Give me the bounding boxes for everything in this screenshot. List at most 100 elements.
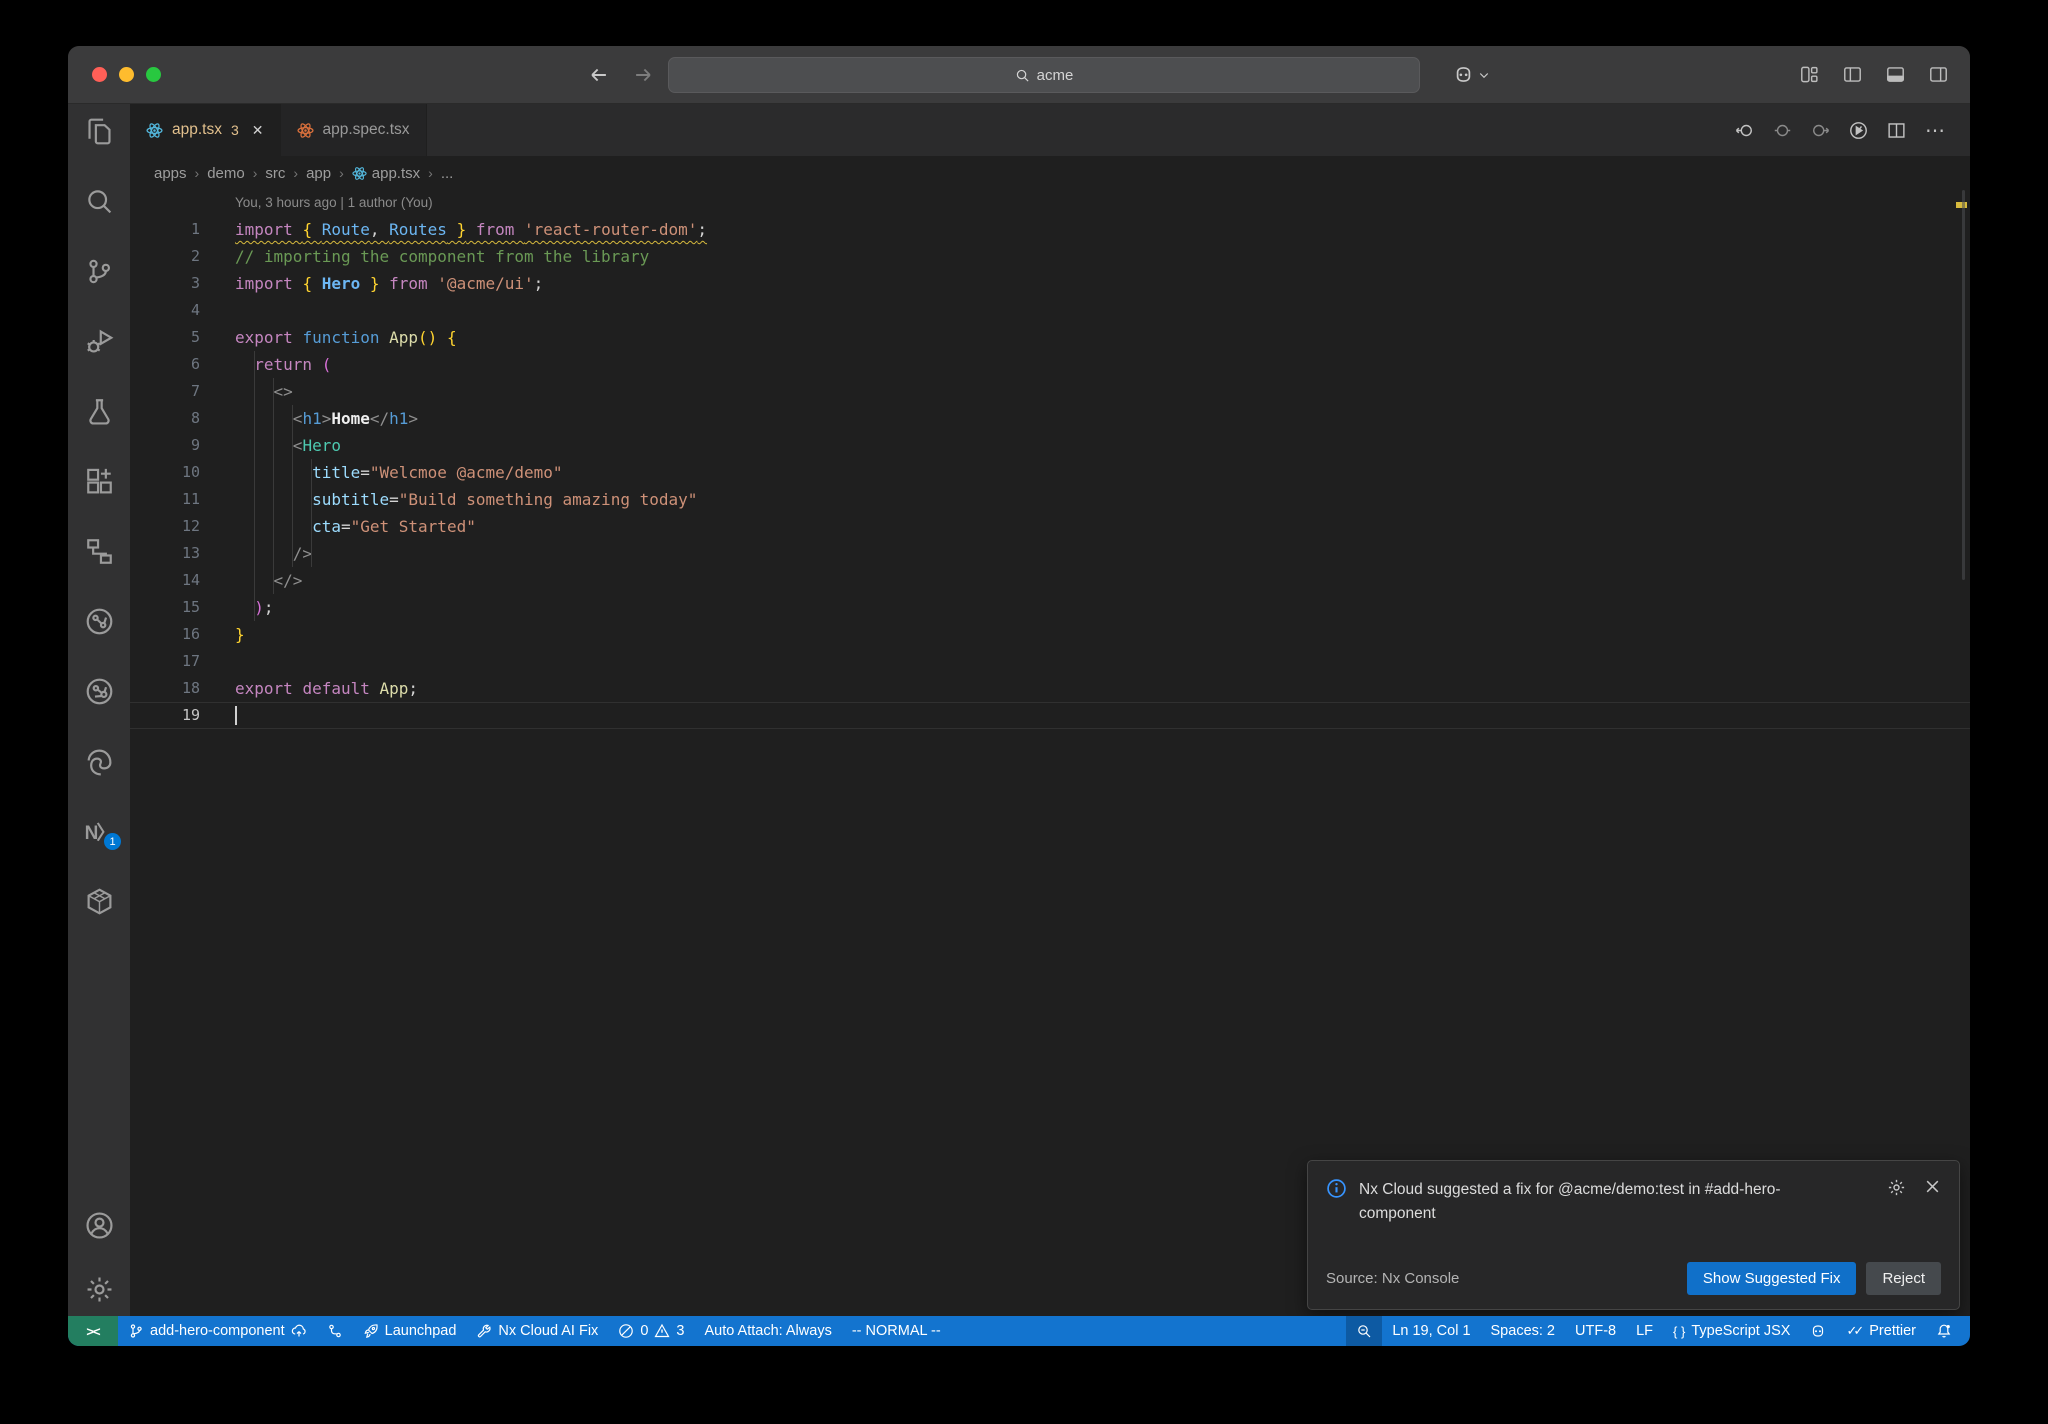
status-vim-mode[interactable]: -- NORMAL -- — [842, 1316, 951, 1346]
code-line-5[interactable]: 5 export function App() { — [130, 324, 1970, 351]
rocket-icon — [363, 1323, 379, 1339]
breadcrumb-item-app[interactable]: app — [306, 165, 331, 182]
nav-back-icon[interactable] — [1735, 121, 1754, 140]
code-line-8[interactable]: 8 <h1>Home</h1> — [130, 405, 1970, 432]
breadcrumb-label: apps — [154, 164, 187, 182]
status-cursor-position[interactable]: Ln 19, Col 1 — [1382, 1316, 1480, 1346]
cloud-upload-icon — [291, 1323, 307, 1339]
activity-item-nx-console[interactable]: N〉 1 — [68, 804, 130, 858]
activity-item-settings[interactable] — [68, 1262, 130, 1316]
breadcrumb-item-apps[interactable]: apps — [154, 165, 187, 182]
status-zoom-indicator[interactable] — [1346, 1316, 1383, 1346]
editor-scrollbar[interactable] — [1962, 190, 1965, 580]
nav-forward-icon[interactable] — [1811, 121, 1830, 140]
tab-app.tsx[interactable]: app.tsx 3 ✕ — [130, 104, 281, 156]
code-line-10[interactable]: 10 title="Welcmoe @acme/demo" — [130, 459, 1970, 486]
code-line-19[interactable]: 19 — [130, 702, 1970, 729]
code-line-12[interactable]: 12 cta="Get Started" — [130, 513, 1970, 540]
activity-item-edge-browser[interactable] — [68, 734, 130, 788]
code-line-13[interactable]: 13 /> — [130, 540, 1970, 567]
status-encoding[interactable]: UTF-8 — [1565, 1316, 1626, 1346]
code-line-18[interactable]: 18 export default App; — [130, 675, 1970, 702]
status-nx-cloud-ai-fix[interactable]: Nx Cloud AI Fix — [466, 1316, 608, 1346]
breadcrumb-item-...[interactable]: ... — [441, 165, 454, 182]
status-label: UTF-8 — [1575, 1323, 1617, 1339]
activity-item-source-control[interactable] — [68, 244, 130, 298]
show-suggested-fix-button[interactable]: Show Suggested Fix — [1686, 1262, 1857, 1295]
status-problems[interactable]: 03 — [608, 1316, 694, 1346]
activity-item-package[interactable] — [68, 874, 130, 928]
line-number: 13 — [181, 544, 200, 562]
toggle-primary-sidebar-icon[interactable] — [1843, 65, 1862, 84]
activity-item-graph-alt[interactable] — [68, 664, 130, 718]
code-line-7[interactable]: 7 <> — [130, 378, 1970, 405]
line-number: 15 — [181, 598, 200, 616]
activity-item-graph[interactable] — [68, 594, 130, 648]
status-formatter[interactable]: ✓✓ Prettier — [1836, 1316, 1926, 1346]
tab-app.spec.tsx[interactable]: app.spec.tsx — [280, 104, 427, 156]
screenshot-stage: acme N〉 1 app.tsx 3 ✕ app.spec.tsx ⋯ app… — [0, 0, 2048, 1424]
breadcrumb-item-app.tsx[interactable]: app.tsx — [352, 165, 420, 182]
code-line-15[interactable]: 15 ); — [130, 594, 1970, 621]
nav-current-icon[interactable] — [1773, 121, 1792, 140]
code-line-3[interactable]: 3 import { Hero } from '@acme/ui'; — [130, 270, 1970, 297]
split-editor-icon[interactable] — [1887, 121, 1906, 140]
minimize-window-button[interactable] — [119, 67, 134, 82]
breadcrumb-item-demo[interactable]: demo — [207, 165, 245, 182]
remote-indicator[interactable]: >< — [68, 1316, 118, 1346]
activity-item-hierarchy[interactable] — [68, 524, 130, 578]
code-editor[interactable]: You, 3 hours ago | 1 author (You) 1 impor… — [130, 190, 1970, 1316]
status-language-mode[interactable]: { } TypeScript JSX — [1663, 1316, 1800, 1346]
code-line-2[interactable]: 2 // importing the component from the lib… — [130, 243, 1970, 270]
code-line-17[interactable]: 17 — [130, 648, 1970, 675]
activity-item-account[interactable] — [68, 1198, 130, 1252]
status-eol[interactable]: LF — [1626, 1316, 1663, 1346]
activity-item-explorer[interactable] — [68, 104, 130, 158]
layout-controls — [1800, 65, 1948, 84]
code-line-9[interactable]: 9 <Hero — [130, 432, 1970, 459]
code-line-16[interactable]: 16} — [130, 621, 1970, 648]
status-branch-indicator[interactable]: add-hero-component — [118, 1316, 317, 1346]
line-content: return ( — [254, 355, 332, 374]
activity-item-extensions[interactable] — [68, 454, 130, 508]
line-content — [200, 648, 235, 675]
titlebar: acme — [68, 46, 1970, 104]
customize-layout-icon[interactable] — [1800, 65, 1819, 84]
zoom-window-button[interactable] — [146, 67, 161, 82]
status-launchpad[interactable]: Launchpad — [353, 1316, 467, 1346]
status-indentation[interactable]: Spaces: 2 — [1481, 1316, 1566, 1346]
more-actions-icon[interactable]: ⋯ — [1925, 118, 1946, 143]
edge-browser-icon — [85, 747, 114, 776]
activity-item-run-debug[interactable] — [68, 314, 130, 368]
run-icon[interactable] — [1849, 121, 1868, 140]
close-window-button[interactable] — [92, 67, 107, 82]
status-git-graph[interactable] — [317, 1316, 353, 1346]
status-notifications-bell[interactable] — [1926, 1316, 1962, 1346]
line-content: <> — [273, 382, 293, 401]
breadcrumb-item-src[interactable]: src — [265, 165, 285, 182]
code-line-6[interactable]: 6 return ( — [130, 351, 1970, 378]
status-copilot[interactable] — [1800, 1316, 1836, 1346]
command-center-search[interactable]: acme — [668, 57, 1420, 93]
toggle-panel-icon[interactable] — [1886, 65, 1905, 84]
activity-item-search[interactable] — [68, 174, 130, 228]
status-auto-attach[interactable]: Auto Attach: Always — [694, 1316, 841, 1346]
line-number: 1 — [190, 220, 200, 238]
line-number: 10 — [181, 463, 200, 481]
code-line-1[interactable]: 1 import { Route, Routes } from 'react-ro… — [130, 216, 1970, 243]
forward-arrow-icon[interactable] — [632, 64, 654, 86]
copilot-menu[interactable] — [1453, 64, 1490, 85]
tab-close-icon[interactable]: ✕ — [252, 122, 264, 139]
code-line-14[interactable]: 14 </> — [130, 567, 1970, 594]
back-arrow-icon[interactable] — [588, 64, 610, 86]
code-line-11[interactable]: 11 subtitle="Build something amazing tod… — [130, 486, 1970, 513]
branch-icon — [128, 1323, 144, 1339]
notification-settings-gear-icon[interactable] — [1887, 1178, 1906, 1197]
code-line-4[interactable]: 4 — [130, 297, 1970, 324]
toggle-secondary-sidebar-icon[interactable] — [1929, 65, 1948, 84]
search-icon — [1015, 68, 1030, 83]
notification-close-icon[interactable] — [1924, 1178, 1941, 1195]
reject-button[interactable]: Reject — [1866, 1262, 1941, 1295]
search-value: acme — [1036, 66, 1074, 84]
activity-item-testing[interactable] — [68, 384, 130, 438]
